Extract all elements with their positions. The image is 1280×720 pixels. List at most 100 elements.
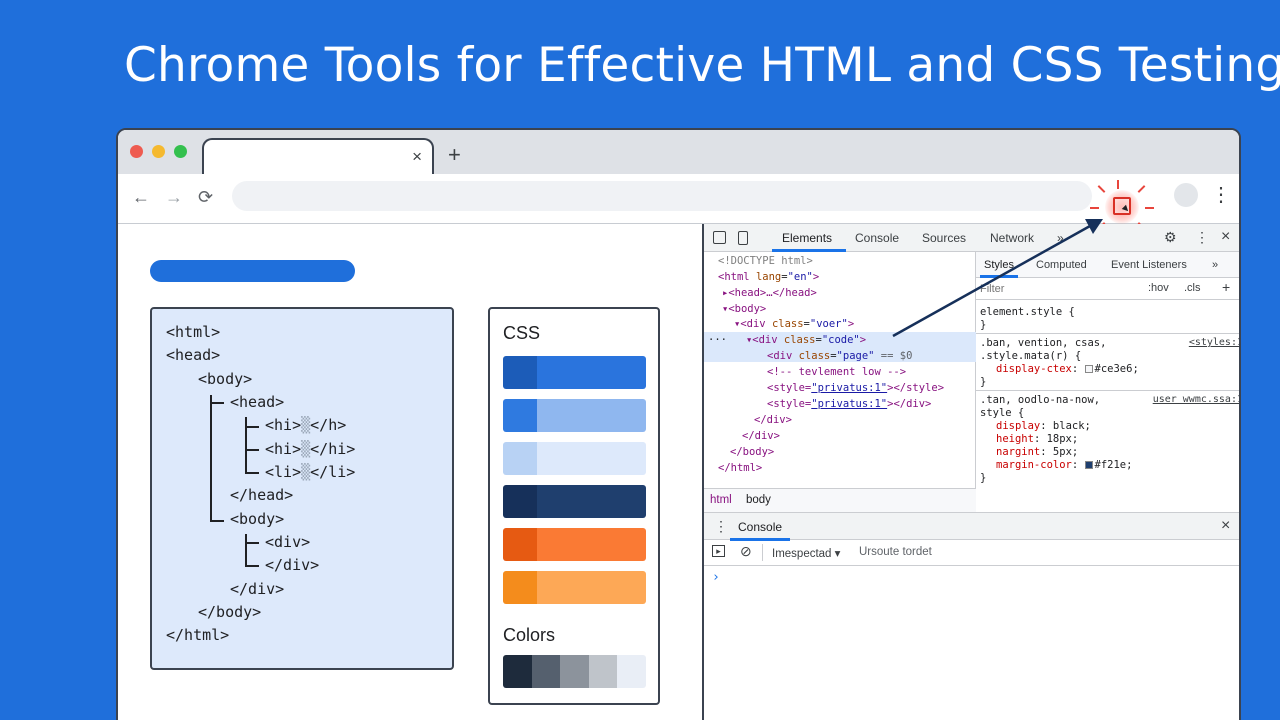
- address-bar[interactable]: [232, 181, 1092, 211]
- dom-node-close-div[interactable]: </div>: [754, 414, 792, 426]
- rule-selector[interactable]: .style.mata(r) {: [980, 350, 1081, 362]
- device-toolbar-icon[interactable]: [738, 231, 748, 245]
- window-close-dot[interactable]: [130, 145, 143, 158]
- grey-swatch[interactable]: [560, 655, 589, 688]
- drawer-menu-icon[interactable]: ⋮: [714, 518, 728, 535]
- reload-icon[interactable]: ⟳: [198, 187, 213, 208]
- color-swatch[interactable]: [503, 528, 646, 561]
- node-actions-dots[interactable]: ···: [708, 334, 727, 346]
- dom-node-close-html[interactable]: </html>: [718, 462, 762, 474]
- color-swatch[interactable]: [503, 485, 646, 518]
- dom-attr-value: "voer": [809, 318, 848, 330]
- css-colors-panel: CSS Colors: [488, 307, 660, 705]
- dom-node-style[interactable]: <style="privatus:1"></style>: [767, 382, 944, 394]
- hover-state-toggle[interactable]: :hov: [1148, 282, 1169, 294]
- tree-connector: [245, 542, 259, 544]
- dom-node-doctype[interactable]: <!DOCTYPE html>: [718, 255, 813, 267]
- swatch-shade-dark: [503, 528, 537, 561]
- devtools-close-icon[interactable]: ×: [1221, 228, 1230, 246]
- new-tab-button[interactable]: +: [448, 142, 461, 168]
- color-swatch-chip[interactable]: [1084, 461, 1093, 469]
- grey-swatch[interactable]: [503, 655, 532, 688]
- css-panel-title: CSS: [503, 323, 541, 343]
- grey-swatch[interactable]: [617, 655, 646, 688]
- dom-node-body[interactable]: ▾<body>: [722, 303, 766, 315]
- rule-close-brace: }: [980, 319, 987, 331]
- color-swatch[interactable]: [503, 399, 646, 432]
- inspect-mode-icon[interactable]: [713, 231, 726, 244]
- more-panels-icon[interactable]: »: [1212, 259, 1218, 271]
- rule-selector[interactable]: .ban, vention, csas,: [980, 337, 1106, 349]
- rule-source-link[interactable]: user wwmc.ssa:1: [1153, 394, 1239, 405]
- more-tabs-icon[interactable]: »: [1057, 231, 1064, 245]
- tree-connector: [210, 395, 212, 522]
- element-style-selector[interactable]: element.style {: [980, 306, 1075, 318]
- browser-menu-icon[interactable]: ⋮: [1211, 182, 1231, 207]
- rule-close-brace: }: [980, 472, 987, 484]
- tree-connector: [210, 402, 224, 404]
- dom-breadcrumb: html body: [704, 488, 976, 512]
- html-tag-close: </h>: [310, 416, 347, 434]
- grey-swatch[interactable]: [588, 655, 618, 688]
- rule-selector[interactable]: .tan, oodlo-na-now,: [980, 394, 1100, 406]
- styles-filter-input[interactable]: [980, 281, 1130, 297]
- breadcrumb-body[interactable]: body: [746, 494, 771, 506]
- dom-node-style[interactable]: <style="privatus:1"></div>: [767, 398, 931, 410]
- color-swatch[interactable]: [503, 356, 646, 389]
- settings-gear-icon[interactable]: ⚙: [1164, 229, 1177, 246]
- drawer-close-icon[interactable]: ×: [1221, 517, 1230, 535]
- dom-tag: <style=: [767, 398, 812, 410]
- tab-console[interactable]: Console: [855, 231, 899, 245]
- forward-arrow-icon[interactable]: →: [165, 187, 183, 208]
- back-arrow-icon[interactable]: ←: [132, 187, 150, 208]
- dom-node-comment[interactable]: <!-- tevlement low -->: [767, 366, 906, 378]
- devtools-menu-icon[interactable]: ⋮: [1195, 229, 1209, 246]
- window-maximize-dot[interactable]: [174, 145, 187, 158]
- window-minimize-dot[interactable]: [152, 145, 165, 158]
- tab-sources[interactable]: Sources: [922, 231, 966, 245]
- dom-node-div-voer[interactable]: ▾<div class="voer">: [734, 318, 854, 330]
- dom-node-html[interactable]: <html lang="en">: [718, 271, 819, 283]
- css-declaration[interactable]: display: black;: [996, 420, 1091, 432]
- color-swatch[interactable]: [503, 442, 646, 475]
- css-declaration[interactable]: display-ctex: #ce3e6;: [996, 363, 1139, 375]
- new-rule-button[interactable]: +: [1222, 279, 1230, 295]
- dom-node-close-body[interactable]: </body>: [730, 446, 774, 458]
- dom-node-close-div[interactable]: </div>: [742, 430, 780, 442]
- inspect-element-icon[interactable]: [1113, 197, 1131, 215]
- swatch-shade-light: [537, 356, 646, 389]
- highlight-ray: [1137, 185, 1146, 193]
- color-swatch[interactable]: [503, 571, 646, 604]
- drawer-tab-console[interactable]: Console: [738, 520, 782, 534]
- breadcrumb-html[interactable]: html: [710, 494, 732, 506]
- css-value: #f21e;: [1094, 459, 1133, 471]
- color-swatch-chip[interactable]: [1084, 365, 1093, 373]
- tab-close-icon[interactable]: ×: [412, 147, 422, 167]
- dom-node-div-page[interactable]: <div class="page" == $0: [767, 350, 912, 362]
- dom-node-div-code[interactable]: ··· ▾<div class="code">: [708, 334, 866, 346]
- html-tag-line: <div>: [265, 533, 311, 551]
- tab-event-listeners[interactable]: Event Listeners: [1111, 259, 1187, 271]
- browser-toolbar: ← → ⟳ ⋮: [118, 174, 1239, 234]
- class-toggle[interactable]: .cls: [1184, 282, 1201, 294]
- css-declaration[interactable]: height: 18px;: [996, 433, 1078, 445]
- html-tag-line: <head>: [166, 346, 221, 364]
- css-declaration[interactable]: nargint: 5px;: [996, 446, 1078, 458]
- dom-node-head[interactable]: ▸<head>…</head>: [722, 287, 817, 299]
- console-sidebar-icon[interactable]: ▸: [712, 545, 725, 557]
- rule-selector[interactable]: style {: [980, 407, 1024, 419]
- execution-context-select[interactable]: Imespectad ▾: [772, 546, 840, 560]
- highlight-ray: [1090, 207, 1099, 209]
- tab-styles[interactable]: Styles: [984, 259, 1014, 271]
- browser-tab[interactable]: ×: [202, 138, 434, 176]
- tab-computed[interactable]: Computed: [1036, 259, 1087, 271]
- rule-source-link[interactable]: <styles:1: [1189, 337, 1239, 348]
- css-declaration[interactable]: margin-color: #f21e;: [996, 459, 1132, 471]
- clear-console-icon[interactable]: ⊘: [740, 543, 752, 560]
- tab-elements[interactable]: Elements: [782, 231, 832, 245]
- console-filter-input[interactable]: Ursoute tordet: [859, 546, 932, 558]
- grey-swatch[interactable]: [531, 655, 561, 688]
- console-prompt-icon[interactable]: ›: [712, 570, 720, 585]
- tab-network[interactable]: Network: [990, 231, 1034, 245]
- profile-avatar[interactable]: [1174, 183, 1198, 207]
